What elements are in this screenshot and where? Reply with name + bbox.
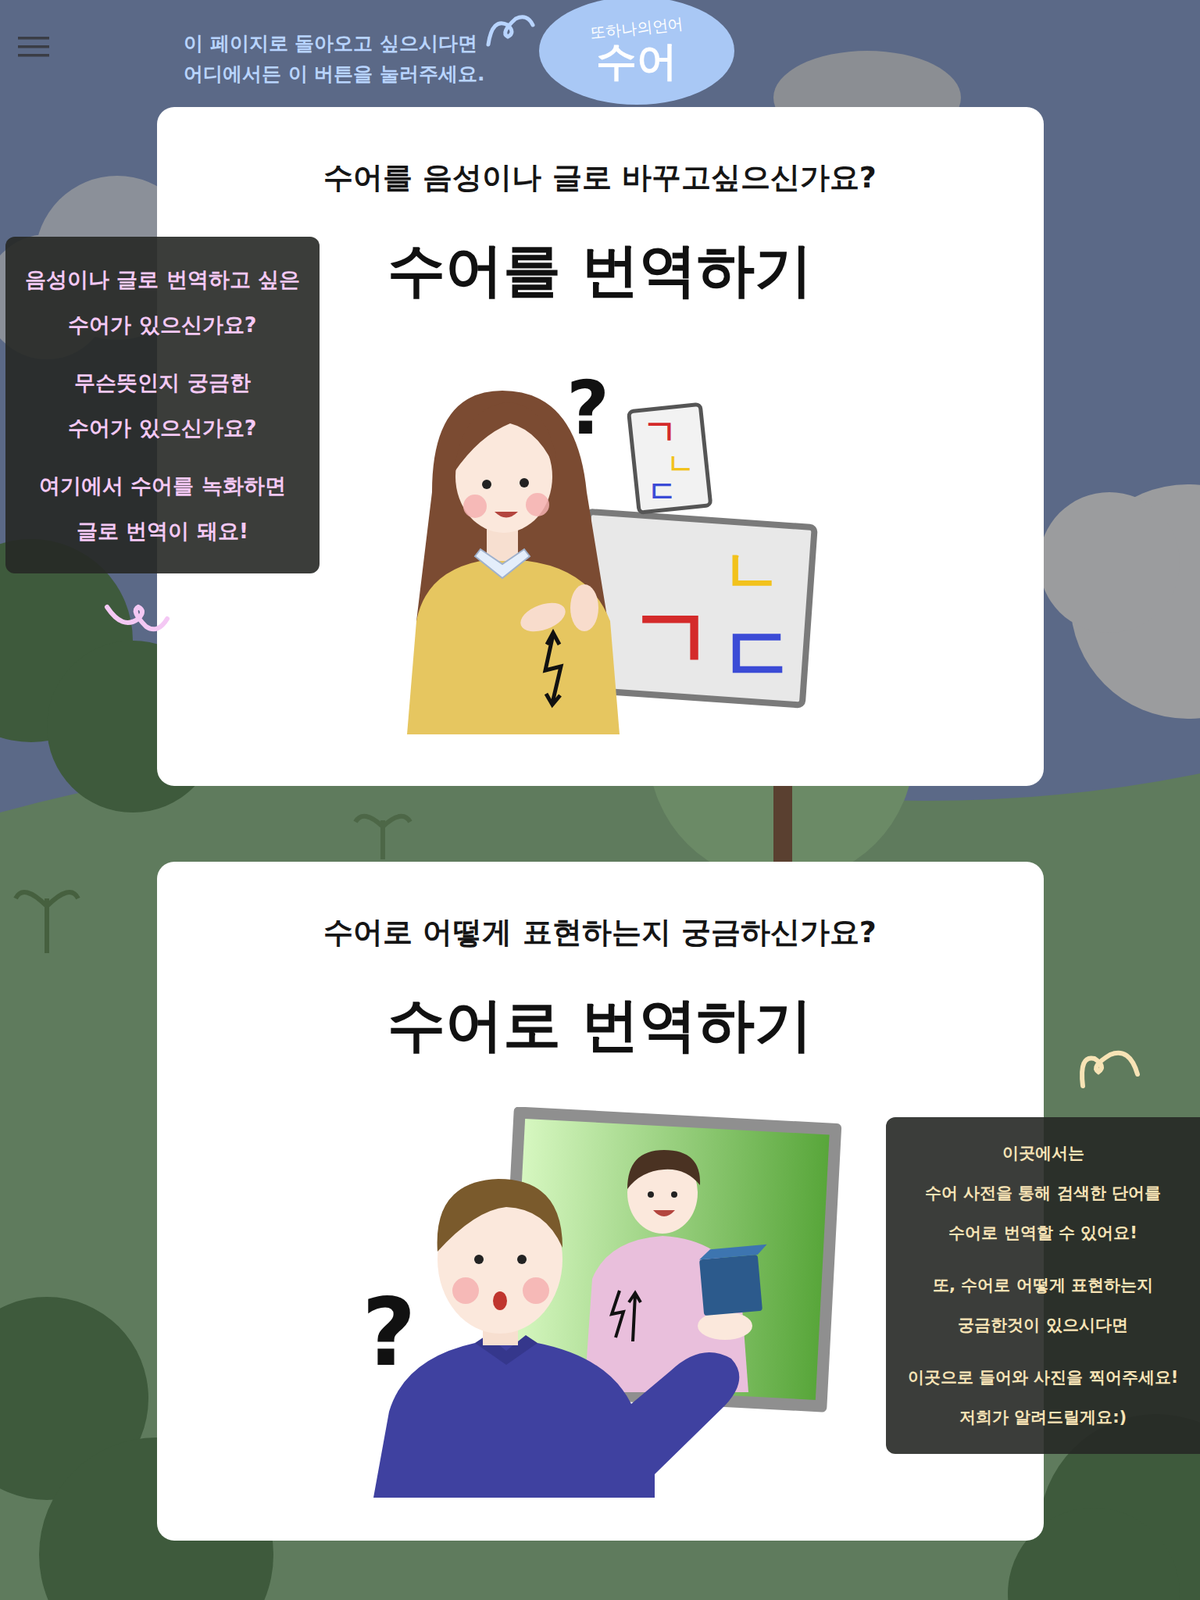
page: 이 페이지로 돌아오고 싶으시다면어디에서든 이 버튼을 눌러주세요. 또하나의언… xyxy=(0,0,1200,1600)
question-mark: ? xyxy=(566,364,610,451)
guide-tooltip: 음성이나 글로 번역하고 싶은수어가 있으신가요?무슨뜻인지 궁금한수어가 있으… xyxy=(5,236,320,574)
tooltip-line: 수어가 있으신가요? xyxy=(67,302,257,348)
guide-tooltip: 이곳에서는수어 사전을 통해 검색한 단어를수어로 번역할 수 있어요! 또, 수… xyxy=(885,1117,1200,1454)
sign-letter: ㄱ xyxy=(628,588,715,689)
sign-letter: ㄷ xyxy=(719,608,798,700)
question-mark: ? xyxy=(361,1278,417,1387)
menu-button[interactable] xyxy=(17,36,50,58)
pointer-squiggle-icon xyxy=(1075,1039,1146,1094)
tooltip-line: 저희가 알려드릴게요:) xyxy=(959,1397,1127,1438)
sign-letter: ㄴ xyxy=(721,535,783,607)
tooltip-paragraph: 또, 수어로 어떻게 표현하는지궁금한것이 있으시다면 xyxy=(932,1265,1154,1346)
tooltip-line: 또, 수어로 어떻게 표현하는지 xyxy=(932,1265,1154,1306)
tooltip-line: 궁금한것이 있으시다면 xyxy=(957,1305,1128,1346)
sign-letter: ㄷ xyxy=(647,474,678,509)
header: 이 페이지로 돌아오고 싶으시다면어디에서든 이 버튼을 눌러주세요. 또하나의언… xyxy=(0,0,1200,108)
hamburger-icon xyxy=(17,36,50,58)
sign-to-text-illustration: ㄱㄴㄷㄱㄴㄷ? xyxy=(385,359,823,735)
logo-button[interactable]: 또하나의언어수어 xyxy=(539,0,735,105)
tooltip-line: 음성이나 글로 번역하고 싶은 xyxy=(25,257,300,303)
hint-line: 이 페이지로 돌아오고 싶으시다면 xyxy=(183,28,512,59)
tooltip-paragraph: 이곳에서는수어 사전을 통해 검색한 단어를수어로 번역할 수 있어요! xyxy=(925,1133,1161,1254)
hint-line: 어디에서든 이 버튼을 눌러주세요. xyxy=(183,58,512,90)
card-title: 수어로 번역하기 xyxy=(387,985,813,1064)
tooltip-line: 글로 번역이 돼요! xyxy=(76,508,249,554)
pointer-squiggle-icon xyxy=(484,9,540,49)
tooltip-line: 수어가 있으신가요? xyxy=(67,405,257,451)
tooltip-paragraph: 무슨뜻인지 궁금한수어가 있으신가요? xyxy=(67,360,257,451)
card-subtitle: 수어를 음성이나 글로 바꾸고싶으신가요? xyxy=(323,158,877,197)
tooltip-line: 무슨뜻인지 궁금한 xyxy=(74,360,250,406)
pointer-squiggle-icon xyxy=(103,595,174,643)
tooltip-paragraph: 여기에서 수어를 녹화하면글로 번역이 돼요! xyxy=(39,463,286,554)
logo-name: 수어 xyxy=(596,39,678,84)
tooltip-line: 수어 사전을 통해 검색한 단어를 xyxy=(925,1173,1161,1214)
tooltip-line: 수어로 번역할 수 있어요! xyxy=(948,1213,1138,1254)
tooltip-line: 이곳에서는 xyxy=(1002,1133,1085,1174)
tooltip-line: 여기에서 수어를 녹화하면 xyxy=(39,463,286,509)
tooltip-paragraph: 음성이나 글로 번역하고 싶은수어가 있으신가요? xyxy=(25,257,300,348)
home-hint: 이 페이지로 돌아오고 싶으시다면어디에서든 이 버튼을 눌러주세요. xyxy=(183,28,512,90)
tooltip-paragraph: 이곳으로 들어와 사진을 찍어주세요!저희가 알려드릴게요:) xyxy=(907,1357,1179,1438)
text-to-sign-illustration: ? xyxy=(357,1107,843,1498)
card-subtitle: 수어로 어떻게 표현하는지 궁금하신가요? xyxy=(323,913,877,952)
tooltip-line: 이곳으로 들어와 사진을 찍어주세요! xyxy=(907,1357,1179,1398)
card-title: 수어를 번역하기 xyxy=(387,231,813,309)
sign-letter: ㄱ xyxy=(642,411,678,452)
